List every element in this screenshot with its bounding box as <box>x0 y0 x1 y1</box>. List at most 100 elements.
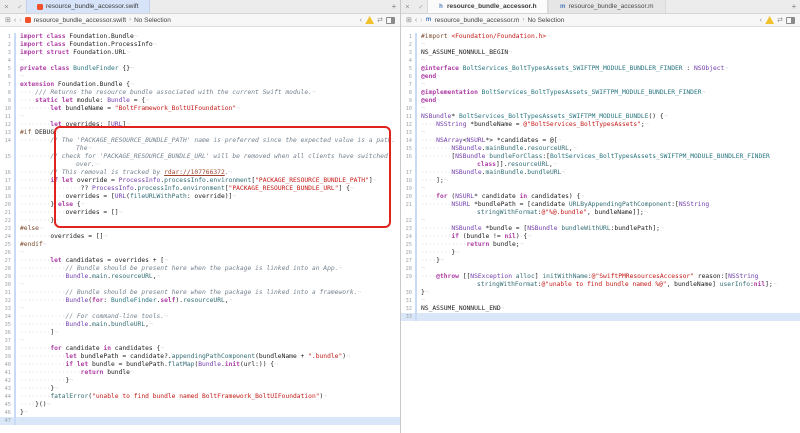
line-number[interactable]: 22 <box>0 217 14 225</box>
line-number[interactable]: 17 <box>401 169 415 177</box>
code-line[interactable]: 17········NSBundle.mainBundle.bundleURL¬ <box>401 169 800 177</box>
code-line[interactable]: 2¬ <box>401 41 800 49</box>
line-number[interactable]: 5 <box>401 65 415 73</box>
chevron-left-icon[interactable]: ‹ <box>760 17 762 24</box>
line-number[interactable]: 21 <box>401 201 415 217</box>
code-line[interactable]: 13¬ <box>401 129 800 137</box>
line-number[interactable]: 23 <box>401 225 415 233</box>
line-number[interactable]: 26 <box>0 249 14 257</box>
line-number[interactable]: 5 <box>0 65 14 73</box>
line-number[interactable]: 27 <box>401 257 415 265</box>
line-number[interactable]: 17 <box>0 177 14 185</box>
line-number[interactable]: 11 <box>401 113 415 121</box>
expand-editor-icon[interactable]: ↔ <box>414 0 427 13</box>
code-line[interactable]: 45····}()¬ <box>0 401 400 409</box>
line-number[interactable]: 30 <box>401 289 415 297</box>
line-number[interactable]: 1 <box>401 33 415 41</box>
code-line[interactable]: 16········// This removal is tracked by … <box>0 169 400 177</box>
code-line[interactable]: 47¬ <box>0 417 400 425</box>
code-line[interactable]: 18····];¬ <box>401 177 800 185</box>
line-number[interactable]: 32 <box>401 305 415 313</box>
code-line[interactable]: 32NS_ASSUME_NONNULL_END¬ <box>401 305 800 313</box>
code-line[interactable]: 41················return bundle¬ <box>0 369 400 377</box>
editor-options-icon[interactable] <box>786 17 795 24</box>
code-line[interactable]: 19············overrides = [URL(fileURLWi… <box>0 193 400 201</box>
code-line[interactable]: 11¬ <box>0 113 400 121</box>
code-line[interactable]: 25············return bundle;¬ <box>401 241 800 249</box>
related-items-icon[interactable]: ⊞ <box>5 17 11 24</box>
tab-resource-bundle-accessor-h[interactable]: h resource_bundle_accessor.h <box>427 0 548 13</box>
code-line[interactable]: 7¬ <box>401 81 800 89</box>
code-line[interactable]: 21············overrides = []¬ <box>0 209 400 217</box>
code-line[interactable]: 14········// The 'PACKAGE_RESOURCE_BUNDL… <box>0 137 400 153</box>
code-line[interactable]: 38········for candidate in candidates {¬ <box>0 345 400 353</box>
line-number[interactable]: 33 <box>0 305 14 313</box>
line-number[interactable]: 46 <box>0 409 14 417</box>
code-line[interactable]: 2import class Foundation.ProcessInfo¬ <box>0 41 400 49</box>
line-number[interactable]: 36 <box>0 329 14 337</box>
line-number[interactable]: 18 <box>401 177 415 185</box>
code-line[interactable]: 26¬ <box>0 249 400 257</box>
line-number[interactable]: 14 <box>0 137 14 153</box>
expand-editor-icon[interactable]: ↔ <box>13 0 26 13</box>
line-number[interactable]: 24 <box>401 233 415 241</box>
line-number[interactable]: 13 <box>401 129 415 137</box>
code-line[interactable]: 46}¬ <box>0 409 400 417</box>
line-number[interactable]: 14 <box>401 137 415 145</box>
line-number[interactable]: 43 <box>0 385 14 393</box>
code-line[interactable]: 19¬ <box>401 185 800 193</box>
line-number[interactable]: 8 <box>0 89 14 97</box>
code-line[interactable]: 14····NSArray<NSURL*> *candidates = @[¬ <box>401 137 800 145</box>
line-number[interactable]: 19 <box>0 193 14 201</box>
code-line[interactable]: 4¬ <box>0 57 400 65</box>
code-line[interactable]: 15········// check for 'PACKAGE_RESOURCE… <box>0 153 400 169</box>
line-number[interactable]: 12 <box>401 121 415 129</box>
line-number[interactable]: 23 <box>0 225 14 233</box>
code-line[interactable]: 9····static let module: Bundle = {¬ <box>0 97 400 105</box>
code-line[interactable]: 28············// Bundle should be presen… <box>0 265 400 273</box>
line-number[interactable]: 29 <box>0 273 14 281</box>
breadcrumb-file[interactable]: resource_bundle_accessor.m <box>435 17 520 24</box>
back-icon[interactable]: ‹ <box>415 17 417 24</box>
line-number[interactable]: 22 <box>401 217 415 225</box>
line-number[interactable]: 20 <box>0 201 14 209</box>
line-number[interactable]: 45 <box>0 401 14 409</box>
related-items-icon[interactable]: ⊞ <box>406 17 412 24</box>
code-line[interactable]: 43········}¬ <box>0 385 400 393</box>
line-number[interactable]: 28 <box>401 265 415 273</box>
close-editor-icon[interactable]: × <box>401 0 414 13</box>
line-number[interactable]: 19 <box>401 185 415 193</box>
line-number[interactable]: 38 <box>0 345 14 353</box>
breadcrumb-selection[interactable]: No Selection <box>527 17 564 24</box>
breadcrumb-selection[interactable]: No Selection <box>134 17 171 24</box>
swap-arrows-icon[interactable]: ⇄ <box>777 17 783 24</box>
code-line[interactable]: 29····@throw [[NSException alloc] initWi… <box>401 273 800 289</box>
code-line[interactable]: 10········let bundleName = "BoltFramewor… <box>0 105 400 113</box>
code-line[interactable]: 25#endif¬ <box>0 241 400 249</box>
line-number[interactable]: 21 <box>0 209 14 217</box>
line-number[interactable]: 27 <box>0 257 14 265</box>
code-line[interactable]: 8@implementation BoltServices_BoltTypesA… <box>401 89 800 97</box>
line-number[interactable]: 2 <box>0 41 14 49</box>
line-number[interactable]: 4 <box>401 57 415 65</box>
line-number[interactable]: 44 <box>0 393 14 401</box>
code-line[interactable]: 33¬ <box>0 305 400 313</box>
code-line[interactable]: 42············}¬ <box>0 377 400 385</box>
line-number[interactable]: 24 <box>0 233 14 241</box>
code-editor-right[interactable]: 1#import <Foundation/Foundation.h>¬2¬3NS… <box>401 28 800 433</box>
code-line[interactable]: 24········if (bundle != nil) {¬ <box>401 233 800 241</box>
code-line[interactable]: 15········NSBundle.mainBundle.resourceUR… <box>401 145 800 153</box>
line-number[interactable]: 7 <box>0 81 14 89</box>
code-line[interactable]: 27········let candidates = overrides + [… <box>0 257 400 265</box>
line-number[interactable]: 42 <box>0 377 14 385</box>
line-number[interactable]: 37 <box>0 337 14 345</box>
code-line[interactable]: 10¬ <box>401 105 800 113</box>
code-line[interactable]: 30¬ <box>0 281 400 289</box>
code-line[interactable]: 26········}¬ <box>401 249 800 257</box>
code-line[interactable]: 18················?? ProcessInfo.process… <box>0 185 400 193</box>
line-number[interactable]: 12 <box>0 121 14 129</box>
line-number[interactable]: 7 <box>401 81 415 89</box>
line-number[interactable]: 2 <box>401 41 415 49</box>
code-line[interactable]: 16········[NSBundle bundleForClass:[Bolt… <box>401 153 800 169</box>
code-line[interactable]: 11NSBundle* BoltServices_BoltTypesAssets… <box>401 113 800 121</box>
